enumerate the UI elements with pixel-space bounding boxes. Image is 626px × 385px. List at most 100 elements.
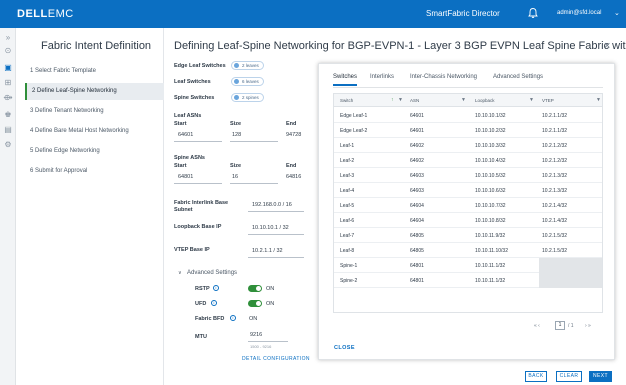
- cell-asn: 64604: [410, 218, 424, 224]
- tab-switches[interactable]: Switches: [333, 74, 358, 86]
- cell-switch: Edge Leaf-2: [340, 128, 368, 134]
- edge-leaf-label: Edge Leaf Switches: [174, 63, 226, 69]
- table-row[interactable]: Leaf-1 64602 10.10.10.3/32 10.2.1.2/32: [334, 138, 602, 153]
- spine-asns-title: Spine ASNs: [174, 155, 205, 161]
- fabric-icon[interactable]: ▣: [3, 63, 13, 73]
- interlink-subnet-label: Fabric Interlink Base Subnet: [174, 200, 229, 213]
- table-row[interactable]: Leaf-7 64805 10.10.11.9/32 10.2.1.5/32: [334, 228, 602, 243]
- gear-icon[interactable]: ⚙: [3, 140, 13, 150]
- table-row[interactable]: Spine-1 64801 10.10.11.1/32: [334, 258, 602, 273]
- spine-asn-start-input[interactable]: 64801: [178, 174, 193, 180]
- switch-icon: [234, 79, 239, 84]
- column-header-vtep[interactable]: VTEP: [542, 98, 554, 103]
- detail-configuration-link[interactable]: DETAIL CONFIGURATION: [242, 356, 310, 362]
- column-header-loopback[interactable]: Loopback: [475, 98, 495, 103]
- clear-button[interactable]: CLEAR: [556, 371, 582, 382]
- tab-inter-chassis[interactable]: Inter-Chassis Networking: [410, 74, 477, 80]
- edge-leaf-badge[interactable]: 2 leaves: [231, 61, 264, 70]
- interlink-subnet-input[interactable]: 192.168.0.0 / 16: [252, 202, 292, 208]
- network-icon[interactable]: ⟴: [3, 93, 13, 103]
- step-submit[interactable]: 6 Submit for Approval: [25, 163, 164, 180]
- fabric-bfd-state: ON: [249, 316, 258, 322]
- step-bare-metal[interactable]: 4 Define Bare Metal Host Networking: [25, 123, 164, 140]
- filter-icon[interactable]: ▼: [461, 97, 466, 103]
- table-row[interactable]: Leaf-2 64602 10.10.10.4/32 10.2.1.2/32: [334, 153, 602, 168]
- filter-icon[interactable]: ▼: [596, 97, 601, 103]
- cell-asn: 64603: [410, 188, 424, 194]
- ufd-toggle[interactable]: [248, 300, 262, 307]
- column-header-switch[interactable]: Switch: [340, 98, 353, 103]
- back-button[interactable]: BACK: [525, 371, 547, 382]
- advanced-settings-toggle[interactable]: Advanced Settings: [187, 270, 237, 276]
- cell-loopback: 10.10.10.1/32: [475, 113, 506, 119]
- filter-icon[interactable]: ▼: [529, 97, 534, 103]
- spine-asn-start-underline: [174, 183, 222, 184]
- mtu-input[interactable]: 9216: [250, 332, 262, 338]
- tab-advanced-settings[interactable]: Advanced Settings: [493, 74, 543, 80]
- spine-asn-size-input[interactable]: 16: [232, 174, 238, 180]
- leaf-asn-start-underline: [174, 141, 222, 142]
- table-row[interactable]: Leaf-3 64603 10.10.10.5/32 10.2.1.3/32: [334, 168, 602, 183]
- expand-icon[interactable]: »: [3, 33, 13, 43]
- cell-asn: 64601: [410, 128, 424, 134]
- leaf-asn-size-input[interactable]: 128: [232, 132, 241, 138]
- vtep-input[interactable]: 10.2.1.1 / 32: [252, 248, 283, 254]
- app-title: SmartFabric Director: [426, 9, 500, 18]
- cell-vtep: 10.2.1.1/32: [542, 128, 568, 134]
- rstp-toggle[interactable]: [248, 285, 262, 292]
- filter-icon[interactable]: ▼: [398, 97, 403, 103]
- cell-loopback: 10.10.10.5/32: [475, 173, 506, 179]
- chevron-down-icon[interactable]: ⌄: [614, 9, 620, 17]
- loopback-input[interactable]: 10.10.10.1 / 32: [252, 225, 289, 231]
- leaf-asn-start-input[interactable]: 64601: [178, 132, 193, 138]
- dashboard-icon[interactable]: ⊙: [3, 46, 13, 56]
- rstp-state: ON: [266, 286, 275, 292]
- wizard-sidebar: Fabric Intent Definition 1 Select Fabric…: [16, 28, 164, 385]
- cell-vtep: 10.2.1.4/32: [542, 203, 568, 209]
- user-menu[interactable]: admin@sfd.local: [557, 10, 601, 16]
- table-row[interactable]: Leaf-6 64604 10.10.10.8/32 10.2.1.4/32: [334, 213, 602, 228]
- prev-page-icon[interactable]: ‹: [538, 323, 540, 329]
- next-last-page-icon[interactable]: › »: [585, 323, 591, 329]
- bell-icon[interactable]: [527, 7, 539, 19]
- page-number-input[interactable]: 1: [555, 321, 565, 330]
- table-row[interactable]: Leaf-8 64805 10.10.11.10/32 10.2.1.5/32: [334, 243, 602, 258]
- reports-icon[interactable]: ▤: [3, 125, 13, 135]
- panel-close-button[interactable]: CLOSE: [334, 345, 355, 351]
- step-tenant[interactable]: 3 Define Tenant Networking: [25, 103, 164, 120]
- pager-first-prev[interactable]: « ‹: [534, 323, 540, 329]
- info-icon[interactable]: i: [230, 315, 236, 321]
- table-row[interactable]: Leaf-5 64604 10.10.10.7/32 10.2.1.4/32: [334, 198, 602, 213]
- table-row[interactable]: Leaf-4 64603 10.10.10.6/32 10.2.1.3/32: [334, 183, 602, 198]
- switches-panel: Switches Interlinks Inter-Chassis Networ…: [318, 63, 615, 360]
- next-button[interactable]: NEXT: [589, 371, 612, 382]
- leaf-badge[interactable]: 6 leaves: [231, 77, 264, 86]
- cell-asn: 64603: [410, 173, 424, 179]
- spine-asn-start-label: Start: [174, 163, 187, 169]
- users-icon[interactable]: ♚: [3, 110, 13, 120]
- sort-ascending-icon[interactable]: ↑: [391, 97, 394, 103]
- table-row[interactable]: Edge Leaf-1 64601 10.10.10.1/32 10.2.1.1/32: [334, 108, 602, 123]
- tab-interlinks[interactable]: Interlinks: [370, 74, 394, 80]
- dell-emc-logo: DELLEMC: [17, 8, 74, 20]
- cell-switch: Leaf-6: [340, 218, 355, 224]
- cell-switch: Leaf-2: [340, 158, 355, 164]
- table-row[interactable]: Edge Leaf-2 64601 10.10.10.2/32 10.2.1.1/32: [334, 123, 602, 138]
- cell-asn: 64601: [410, 113, 424, 119]
- cell-vtep: 10.2.1.5/32: [542, 248, 568, 254]
- column-header-asn[interactable]: ASN: [410, 98, 419, 103]
- spine-badge[interactable]: 2 spines: [231, 93, 264, 102]
- step-edge[interactable]: 5 Define Edge Networking: [25, 143, 164, 160]
- step-select-template[interactable]: 1 Select Fabric Template: [25, 63, 164, 80]
- step-leaf-spine[interactable]: 2 Define Leaf-Spine Networking: [25, 83, 164, 100]
- info-icon[interactable]: i: [213, 285, 219, 291]
- close-icon[interactable]: ×: [604, 40, 610, 52]
- cell-loopback: 10.10.10.3/32: [475, 143, 506, 149]
- chevron-down-icon[interactable]: ∨: [178, 270, 182, 276]
- cell-vtep: 10.2.1.4/32: [542, 218, 568, 224]
- first-page-icon[interactable]: «: [534, 323, 537, 329]
- cell-loopback: 10.10.11.9/32: [475, 233, 506, 239]
- table-row[interactable]: Spine-2 64801 10.10.11.1/32: [334, 273, 602, 288]
- topology-icon[interactable]: ⊞: [3, 78, 13, 88]
- info-icon[interactable]: i: [211, 300, 217, 306]
